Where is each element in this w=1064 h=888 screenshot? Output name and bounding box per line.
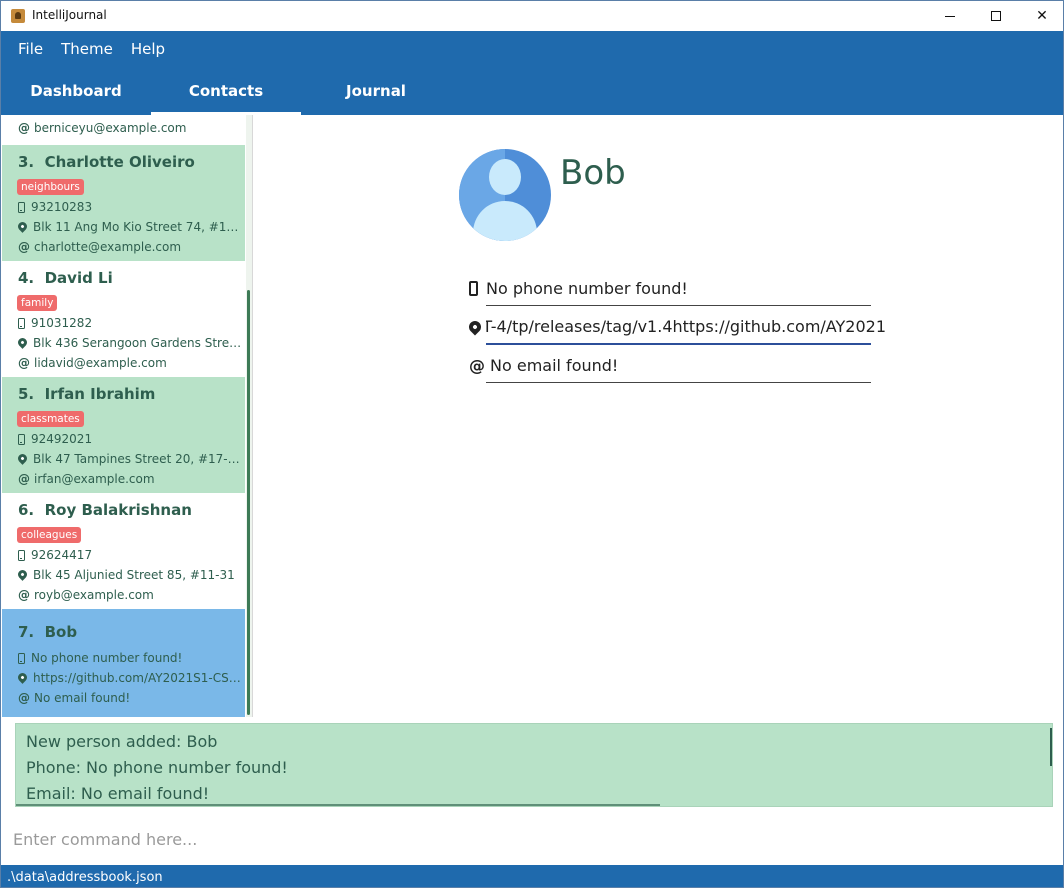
status-file-path: .\data\addressbook.json: [7, 870, 163, 885]
detail-email-field[interactable]: @ No email found!: [469, 347, 871, 383]
card-phone: No phone number found!: [18, 651, 242, 665]
contact-card[interactable]: 4. David Li family 91031282 Blk 436 Sera…: [2, 261, 245, 377]
card-email: @ berniceyu@example.com: [18, 121, 187, 135]
at-icon: @: [18, 588, 30, 602]
list-scrollbar-thumb[interactable]: [247, 290, 250, 715]
contact-list[interactable]: @ berniceyu@example.com 3. Charlotte Oliv…: [1, 115, 253, 717]
detail-name: Bob: [560, 153, 626, 193]
location-pin-icon: [18, 220, 29, 233]
card-phone: 93210283: [18, 200, 242, 214]
at-icon: @: [18, 691, 30, 705]
location-pin-icon: [18, 671, 29, 684]
command-input[interactable]: [13, 823, 1043, 855]
avatar-icon: [459, 149, 551, 241]
tab-dashboard[interactable]: Dashboard: [1, 75, 151, 115]
card-name: 4. David Li: [18, 269, 113, 287]
card-email: @ royb@example.com: [18, 588, 154, 602]
detail-address-field[interactable]: https://github.com/AY2021S1-CS2103T-4/tp…: [466, 309, 886, 345]
tag-badge: neighbours: [17, 179, 84, 195]
card-email: @ No email found!: [18, 691, 131, 705]
menu-help[interactable]: Help: [123, 31, 173, 67]
contact-card-partial[interactable]: @ berniceyu@example.com: [2, 115, 245, 145]
at-icon: @: [469, 355, 485, 375]
location-pin-icon: [466, 318, 484, 336]
status-bar: .\data\addressbook.json: [1, 865, 1063, 887]
minimize-icon: [945, 15, 955, 17]
at-icon: @: [18, 121, 30, 135]
close-button[interactable]: ✕: [1019, 1, 1063, 31]
contact-card[interactable]: 5. Irfan Ibrahim classmates 92492021 Blk…: [2, 377, 245, 493]
tag-badge: colleagues: [17, 527, 82, 543]
address-input-text[interactable]: https://github.com/AY2021S1-CS2103T-4/tp…: [486, 317, 886, 336]
phone-icon: [18, 433, 25, 445]
card-phone: 91031282: [18, 316, 242, 330]
phone-icon: [18, 201, 25, 213]
tab-journal[interactable]: Journal: [301, 75, 451, 115]
detail-phone-field[interactable]: No phone number found!: [469, 270, 871, 306]
phone-icon: [469, 280, 478, 296]
maximize-icon: [991, 11, 1001, 21]
result-vertical-scrollbar[interactable]: [1050, 728, 1052, 766]
maximize-button[interactable]: [973, 1, 1019, 31]
result-line: Phone: No phone number found!: [26, 758, 288, 777]
card-name: 6. Roy Balakrishnan: [18, 501, 192, 519]
result-line: Email: No email found!: [26, 784, 210, 803]
card-email: @ lidavid@example.com: [18, 356, 167, 370]
card-email: @ charlotte@example.com: [18, 240, 182, 254]
tab-bar: Dashboard Contacts Journal: [1, 75, 451, 115]
phone-icon: [18, 549, 25, 561]
window-title: IntelliJournal: [32, 8, 107, 22]
card-address: Blk 11 Ang Mo Kio Street 74, #11-04: [18, 220, 242, 234]
card-address: Blk 47 Tampines Street 20, #17-35: [18, 452, 242, 466]
tab-contacts[interactable]: Contacts: [151, 75, 301, 115]
minimize-button[interactable]: [927, 1, 973, 31]
card-address: Blk 436 Serangoon Gardens Street 26, #16…: [18, 336, 242, 350]
phone-icon: [18, 652, 25, 664]
tag-badge: family: [17, 295, 58, 311]
location-pin-icon: [18, 336, 29, 349]
phone-icon: [18, 317, 25, 329]
menu-theme[interactable]: Theme: [53, 31, 121, 67]
card-phone: 92624417: [18, 548, 242, 562]
contact-card[interactable]: 6. Roy Balakrishnan colleagues 92624417 …: [2, 493, 245, 609]
result-line: New person added: Bob: [26, 732, 218, 751]
close-icon: ✕: [1036, 8, 1048, 24]
at-icon: @: [18, 472, 30, 486]
app-window: IntelliJournal ✕ File Theme Help Dashboa…: [0, 0, 1064, 888]
card-email: @ irfan@example.com: [18, 472, 155, 486]
card-name: 5. Irfan Ibrahim: [18, 385, 156, 403]
card-address: https://github.com/AY2021S1-CS2103T-4/tp…: [18, 671, 242, 685]
command-box: [1, 813, 1063, 865]
card-name: 3. Charlotte Oliveiro: [18, 153, 195, 171]
result-display[interactable]: New person added: Bob Phone: No phone nu…: [15, 723, 1053, 807]
result-horizontal-scrollbar[interactable]: [16, 804, 660, 806]
header-bar: File Theme Help Dashboard Contacts Journ…: [1, 31, 1063, 115]
app-logo-icon: [11, 9, 25, 23]
card-phone: 92492021: [18, 432, 242, 446]
card-address: Blk 45 Aljunied Street 85, #11-31: [18, 568, 242, 582]
contact-card-selected[interactable]: 7. Bob No phone number found! https://gi…: [2, 609, 245, 717]
contact-card[interactable]: 3. Charlotte Oliveiro neighbours 9321028…: [2, 145, 245, 261]
location-pin-icon: [18, 452, 29, 465]
menu-file[interactable]: File: [10, 31, 51, 67]
card-name: 7. Bob: [18, 623, 78, 641]
at-icon: @: [18, 356, 30, 370]
at-icon: @: [18, 240, 30, 254]
contact-detail-panel: Bob No phone number found! https://githu…: [254, 115, 1063, 717]
menu-bar: File Theme Help: [1, 31, 173, 67]
tag-badge: classmates: [17, 411, 84, 427]
location-pin-icon: [18, 568, 29, 581]
title-bar: IntelliJournal ✕: [1, 1, 1063, 31]
